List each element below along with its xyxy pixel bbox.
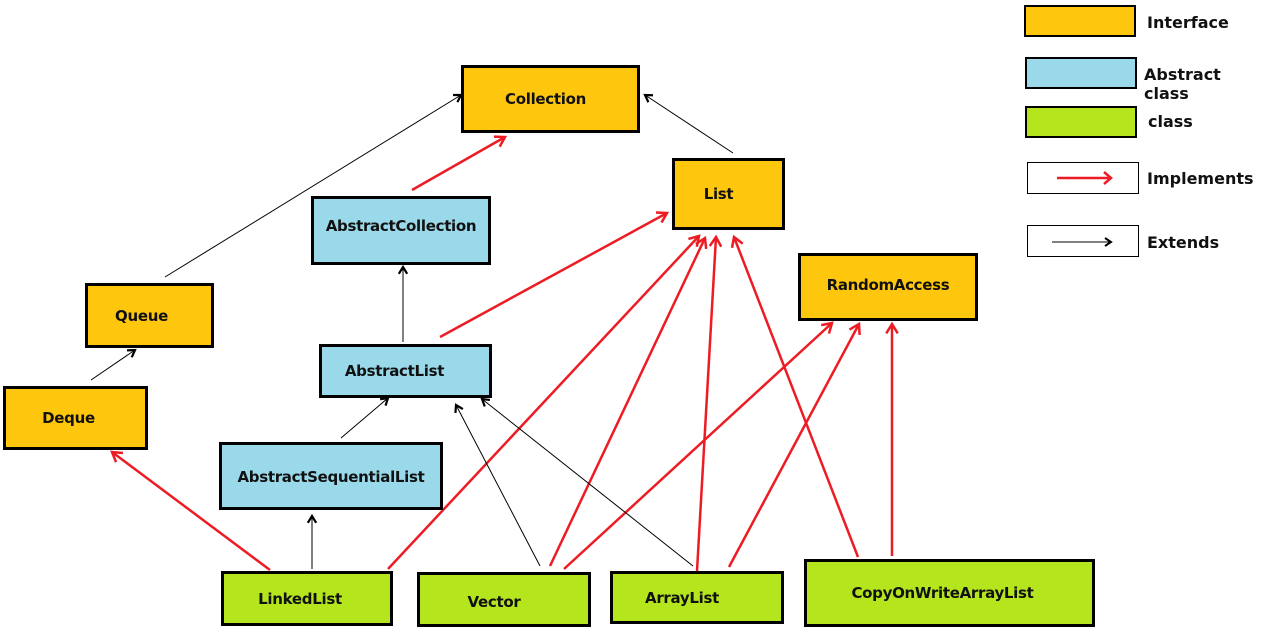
- legend-box-extends: [1027, 225, 1139, 257]
- node-vector: Vector: [417, 572, 591, 627]
- edge-extends-array_list-to-abstract_list: [480, 397, 694, 567]
- edge-extends-abstract_sequential_list-to-abstract_list: [340, 396, 390, 439]
- edge-line: [411, 135, 506, 192]
- node-abstract-sequential-list: AbstractSequentialList: [219, 442, 443, 510]
- class-hierarchy-diagram: Collection List AbstractCollection Queue…: [0, 0, 1264, 630]
- node-abstract-collection: AbstractCollection: [311, 196, 491, 265]
- node-list: List: [672, 158, 785, 230]
- edge-line: [727, 323, 861, 568]
- edge-implements-array_list-to-random_access: [727, 321, 861, 568]
- legend-label-implements: Implements: [1147, 169, 1254, 188]
- extends-arrow-icon: [1052, 237, 1113, 247]
- legend-label-abstract-class: Abstract class: [1144, 65, 1221, 103]
- edge-extends-list-to-collection: [643, 93, 734, 154]
- legend-swatch-class: [1025, 106, 1137, 138]
- node-abstract-list: AbstractList: [319, 344, 492, 398]
- edge-line: [481, 398, 694, 567]
- node-label: RandomAccess: [826, 276, 950, 294]
- node-label: Vector: [467, 592, 521, 611]
- edge-line: [455, 404, 541, 567]
- node-label: Deque: [42, 409, 95, 427]
- edge-extends-linked_list-to-abstract_sequential_list: [306, 513, 318, 569]
- node-deque: Deque: [3, 386, 148, 450]
- arrow-head-icon: [452, 93, 463, 103]
- edge-line: [548, 237, 707, 567]
- node-label: LinkedList: [258, 589, 342, 608]
- arrow-head-icon: [643, 93, 654, 103]
- edge-line: [695, 236, 718, 572]
- node-label: AbstractCollection: [325, 216, 477, 235]
- edge-extends-abstract_list-to-abstract_collection: [397, 264, 409, 342]
- edge-implements-array_list-to-list: [695, 234, 723, 572]
- node-label: ArrayList: [645, 588, 719, 607]
- arrow-head-icon: [126, 348, 137, 358]
- edge-implements-vector-to-list: [548, 235, 708, 567]
- edge-implements-copy_on_write_array_list-to-random_access: [885, 321, 899, 556]
- node-linked-list: LinkedList: [221, 571, 393, 626]
- node-label: List: [703, 185, 734, 203]
- node-copy-on-write-array-list: CopyOnWriteArrayList: [804, 559, 1095, 627]
- node-label: CopyOnWriteArrayList: [851, 584, 1034, 602]
- legend-label-class: class: [1148, 112, 1193, 131]
- edge-line: [90, 349, 136, 381]
- node-random-access: RandomAccess: [798, 253, 978, 321]
- edge-implements-abstract_collection-to-collection: [411, 135, 508, 192]
- node-queue: Queue: [85, 283, 214, 348]
- node-label: AbstractList: [344, 362, 445, 380]
- edge-extends-vector-to-abstract_list: [454, 403, 541, 567]
- edge-extends-deque-to-queue: [90, 348, 137, 381]
- legend-label-extends: Extends: [1147, 233, 1220, 252]
- node-label: Collection: [505, 90, 586, 108]
- node-label: AbstractSequentialList: [237, 468, 425, 486]
- legend-box-implements: [1027, 162, 1139, 194]
- edge-line: [387, 235, 700, 570]
- legend-swatch-abstract-class: [1025, 57, 1137, 89]
- node-label: Queue: [115, 306, 168, 325]
- legend-label-interface: Interface: [1147, 13, 1229, 32]
- implements-arrow-icon: [1057, 171, 1113, 185]
- edge-line: [644, 94, 734, 154]
- edge-line: [340, 397, 389, 439]
- edge-implements-linked_list-to-list: [387, 234, 701, 570]
- node-collection: Collection: [461, 65, 640, 133]
- legend-swatch-interface: [1024, 5, 1136, 37]
- node-array-list: ArrayList: [610, 571, 784, 624]
